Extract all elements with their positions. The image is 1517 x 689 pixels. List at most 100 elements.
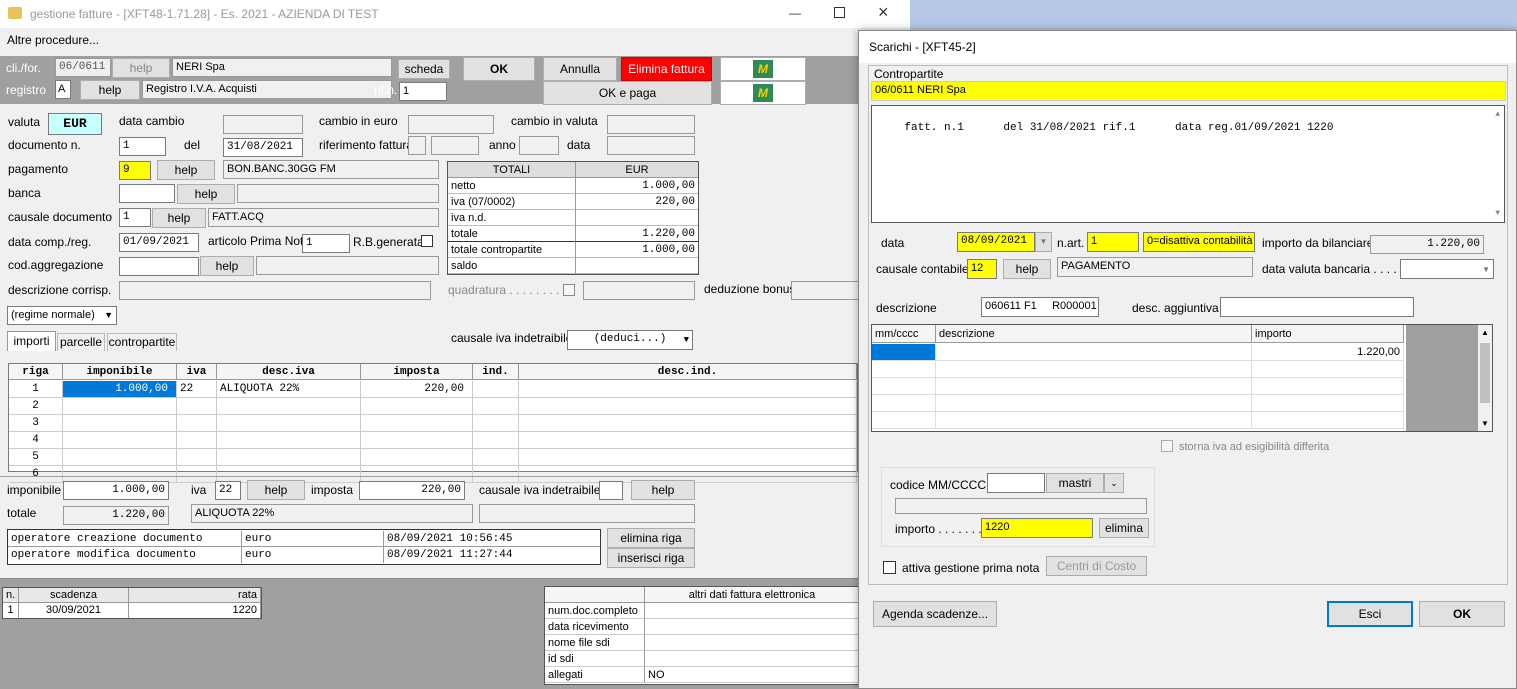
note-textarea[interactable]: fatt. n.1 del 31/08/2021 rif.1 data reg.… (871, 105, 1505, 223)
codagg-help-button[interactable]: help (200, 256, 254, 276)
data-valuta-field[interactable]: ▼ (1400, 259, 1494, 279)
ind-desc-field[interactable] (479, 504, 695, 523)
dialog-grid-cell[interactable] (872, 412, 936, 429)
tab-contropartite[interactable]: contropartite (107, 333, 177, 351)
grid-cell[interactable] (519, 415, 857, 432)
quadratura-field[interactable] (583, 281, 695, 300)
centri-costo-button[interactable]: Centri di Costo (1046, 556, 1147, 576)
scroll-up-icon[interactable]: ▲ (1481, 328, 1489, 337)
deduci-select[interactable]: (deduci...) ▼ (567, 330, 693, 350)
dialog-grid-cell[interactable] (872, 344, 936, 361)
imponibile-field[interactable]: 1.000,00 (63, 481, 169, 500)
dialog-grid-cell[interactable] (1252, 395, 1404, 412)
data-dropdown-button[interactable]: ▼ (1035, 232, 1052, 252)
totale-field[interactable]: 1.220,00 (63, 506, 169, 525)
grid-cell[interactable] (177, 466, 217, 483)
grid-cell[interactable] (361, 398, 473, 415)
cambio-valuta-field[interactable] (607, 115, 695, 134)
storna-checkbox[interactable] (1161, 440, 1173, 452)
articolo-field[interactable]: 1 (302, 234, 350, 253)
codagg-desc-field[interactable] (256, 256, 439, 275)
scroll-thumb[interactable] (1480, 343, 1490, 403)
registro-code-field[interactable]: A (55, 80, 71, 99)
del-date-field[interactable]: 31/08/2021 (223, 138, 303, 157)
grid-cell[interactable] (473, 381, 519, 398)
imposta-field[interactable]: 220,00 (359, 481, 465, 500)
desc-corrisp-field[interactable] (119, 281, 431, 300)
iva-field[interactable]: 22 (215, 481, 241, 500)
dialog-grid-cell[interactable]: 1.220,00 (1252, 344, 1404, 361)
menu-altre-procedure[interactable]: Altre procedure... (7, 33, 99, 47)
dialog-grid-cell[interactable] (936, 378, 1252, 395)
dialog-grid-cell[interactable] (936, 395, 1252, 412)
banca-desc-field[interactable] (237, 184, 439, 203)
fe-value[interactable] (645, 603, 859, 619)
grid-cell[interactable] (361, 449, 473, 466)
dialog-grid-cell[interactable] (872, 361, 936, 378)
causale-help-button[interactable]: help (1003, 259, 1051, 279)
grid-cell[interactable] (63, 415, 177, 432)
iva-help-button[interactable]: help (247, 480, 305, 500)
registro-name-field[interactable]: Registro I.V.A. Acquisti (142, 80, 392, 99)
data-cambio-field[interactable] (223, 115, 303, 134)
dialog-grid-cell[interactable] (936, 412, 1252, 429)
dialog-grid-cell[interactable] (1252, 361, 1404, 378)
mastri-button[interactable]: mastri (1046, 473, 1104, 493)
okpaga-button[interactable]: OK e paga (543, 81, 712, 105)
grid-cell[interactable] (177, 449, 217, 466)
grid-cell[interactable] (361, 415, 473, 432)
close-icon[interactable]: × (878, 2, 889, 23)
grid-cell[interactable] (63, 449, 177, 466)
grid-cell[interactable]: 22 (177, 381, 217, 398)
elimina-riga-button[interactable]: elimina riga (607, 528, 695, 548)
pagamento-desc-field[interactable]: BON.BANC.30GG FM (223, 160, 439, 179)
scadenze-cell[interactable]: 1220 (129, 603, 261, 618)
annulla-button[interactable]: Annulla (543, 57, 617, 81)
fe-value[interactable] (645, 635, 859, 651)
cli-code-field[interactable]: 06/0611 (55, 58, 111, 77)
fe-value[interactable]: NO (645, 667, 859, 683)
regime-select[interactable]: (regime normale) ▼ (7, 306, 117, 325)
grid-cell[interactable] (519, 432, 857, 449)
causale-help-button[interactable]: help (152, 208, 206, 228)
inserisci-riga-button[interactable]: inserisci riga (607, 548, 695, 568)
scheda-button[interactable]: scheda (398, 59, 450, 79)
ok-button[interactable]: OK (463, 57, 535, 81)
cli-name-field[interactable]: NERI Spa (172, 58, 392, 77)
causale-code-field[interactable]: 1 (119, 208, 151, 227)
registro-help-button[interactable]: help (80, 80, 140, 100)
grid-cell[interactable] (177, 432, 217, 449)
scadenze-cell[interactable]: 30/09/2021 (19, 603, 129, 618)
documento-field[interactable]: 1 (119, 137, 166, 156)
grid-cell[interactable] (217, 415, 361, 432)
tab-parcelle[interactable]: parcelle (57, 333, 105, 351)
banca-field[interactable] (119, 184, 175, 203)
importo-field[interactable]: 1220 (981, 518, 1093, 538)
data-field[interactable] (607, 136, 695, 155)
causale-code-field[interactable]: 12 (967, 259, 997, 279)
scrollbar-up-icon[interactable]: ▲ (1495, 110, 1500, 119)
grid-cell[interactable] (473, 432, 519, 449)
grid-cell[interactable] (177, 415, 217, 432)
codice-field[interactable] (987, 473, 1045, 493)
causale-iva-help-button[interactable]: help (631, 480, 695, 500)
cambio-euro-field[interactable] (408, 115, 494, 134)
scrollbar-down-icon[interactable]: ▼ (1495, 209, 1500, 218)
disattiva-field[interactable]: 0=disattiva contabilità (1143, 232, 1255, 252)
pagamento-help-button[interactable]: help (157, 160, 215, 180)
fe-value[interactable] (645, 619, 859, 635)
mastri-dropdown-button[interactable]: ⌄ (1104, 473, 1124, 493)
banca-help-button[interactable]: help (177, 184, 235, 204)
desc-agg-field[interactable] (1220, 297, 1414, 317)
rif-fattura-field-1[interactable] (408, 136, 426, 155)
rif-fattura-field-2[interactable] (431, 136, 479, 155)
grid-cell[interactable] (473, 449, 519, 466)
dialog-grid-cell[interactable] (1252, 412, 1404, 429)
dialog-grid-cell[interactable] (872, 395, 936, 412)
valuta-field[interactable]: EUR (48, 113, 102, 135)
causale-desc-field[interactable]: FATT.ACQ (208, 208, 439, 227)
grid-cell[interactable] (63, 398, 177, 415)
grid-cell[interactable] (63, 432, 177, 449)
grid-cell[interactable] (473, 466, 519, 483)
grid-cell[interactable] (217, 398, 361, 415)
